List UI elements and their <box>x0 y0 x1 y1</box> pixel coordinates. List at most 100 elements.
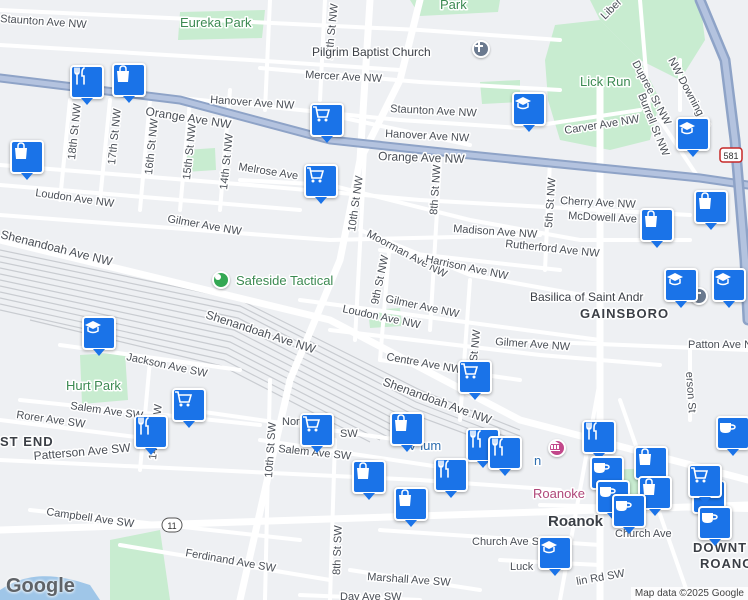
area-label: GAINSBORO <box>580 306 669 321</box>
poi-marker[interactable] <box>70 65 104 105</box>
poi-marker[interactable] <box>640 208 674 248</box>
shopping-dot-icon <box>215 274 221 280</box>
poi-marker[interactable] <box>304 164 338 204</box>
school-icon <box>85 321 101 334</box>
shopping-bag-icon <box>395 414 407 431</box>
shopping-bag-icon <box>15 142 27 159</box>
poi-marker[interactable] <box>390 412 424 452</box>
shopping-cart-icon <box>307 167 324 183</box>
place-label: Safeside Tactical <box>236 273 333 288</box>
poi-marker[interactable] <box>664 268 698 308</box>
area-label: ST END <box>0 434 54 449</box>
area-label: ROANO <box>700 556 748 571</box>
poi-marker[interactable] <box>300 413 334 453</box>
shopping-bag-icon <box>645 210 657 227</box>
svg-text:11: 11 <box>167 521 176 531</box>
school-icon <box>515 97 531 110</box>
poi-marker[interactable] <box>512 92 546 132</box>
shopping-cart-icon <box>313 106 330 122</box>
street-label: 8th St SW <box>331 525 345 576</box>
shopping-bag-icon <box>117 65 129 82</box>
restaurant-icon <box>138 417 149 435</box>
school-icon <box>715 273 731 286</box>
safeside-tactical-pin[interactable] <box>212 271 230 289</box>
place-label: Lick Run <box>580 74 631 89</box>
poi-marker[interactable] <box>434 458 468 498</box>
poi-marker[interactable] <box>538 536 572 576</box>
restaurant-icon <box>74 67 85 85</box>
street-label: Orange Ave NW <box>378 149 466 166</box>
street-label: 5th St NW <box>543 177 559 228</box>
poi-marker[interactable] <box>352 460 386 500</box>
poi-marker[interactable] <box>394 487 428 527</box>
street-label: Shenandoah Ave NW <box>0 227 114 268</box>
school-icon <box>679 122 695 135</box>
street-label: SW <box>340 428 358 440</box>
map-canvas[interactable]: 581 11 Staunton Ave NW Mercer Ave NW Han… <box>0 0 748 600</box>
shopping-cart-icon <box>691 467 708 483</box>
poi-marker[interactable] <box>694 190 728 230</box>
street-label: Jackson Ave SW <box>125 351 209 380</box>
google-logo: Google <box>6 575 75 597</box>
street-label: erson St <box>683 371 698 413</box>
street-label: Luck <box>510 561 534 573</box>
place-label: Pilgrim Baptist Church <box>312 45 431 59</box>
place-label: Roanoke <box>533 486 585 501</box>
restaurant-icon <box>492 438 503 456</box>
cross-icon <box>475 42 483 52</box>
poi-marker[interactable] <box>712 268 746 308</box>
poi-marker[interactable] <box>612 494 646 534</box>
poi-marker[interactable] <box>10 140 44 180</box>
museum-icon <box>550 441 560 451</box>
route-11-shield: 11 <box>161 517 183 533</box>
shopping-bag-icon <box>357 462 369 479</box>
school-icon <box>667 273 683 286</box>
poi-marker[interactable] <box>688 464 722 504</box>
poi-marker[interactable] <box>582 420 616 460</box>
green-patch-3 <box>110 530 170 600</box>
cafe-icon <box>594 463 610 473</box>
map-attribution[interactable]: Map data ©2025 Google <box>630 587 748 600</box>
poi-marker[interactable] <box>134 415 168 455</box>
street-label: Gilmer Ave NW <box>166 213 243 238</box>
cafe-icon <box>616 501 632 511</box>
shopping-cart-icon <box>175 391 192 407</box>
place-label: Park <box>440 0 467 12</box>
poi-marker[interactable] <box>458 360 492 400</box>
street-label: Nor <box>282 416 300 428</box>
shopping-bag-icon <box>699 192 711 209</box>
restaurant-icon <box>438 460 449 478</box>
street-label: Staunton Ave NW <box>0 13 88 31</box>
street-label: Hanover Ave NW <box>385 128 470 144</box>
shopping-cart-icon <box>461 363 478 379</box>
shopping-bag-icon <box>399 489 411 506</box>
street-label: Ferdinand Ave SW <box>184 547 277 575</box>
cafe-icon <box>720 423 736 433</box>
street-label: Marshall Ave SW <box>367 571 452 589</box>
school-icon <box>541 541 557 554</box>
poi-marker[interactable] <box>112 63 146 103</box>
poi-marker[interactable] <box>82 316 116 356</box>
poi-marker[interactable] <box>172 388 206 428</box>
museum-pin[interactable] <box>548 439 566 457</box>
poi-marker[interactable] <box>488 436 522 476</box>
street-label: Day Ave SW <box>340 591 402 600</box>
poi-marker[interactable] <box>676 117 710 157</box>
street-label: 10th St SW <box>263 421 279 478</box>
place-label: Eureka Park <box>180 15 252 30</box>
area-label: Roanok <box>548 513 604 530</box>
poi-marker[interactable] <box>716 416 748 456</box>
street-label: Mercer Ave NW <box>305 69 383 85</box>
church-pin[interactable] <box>472 40 490 58</box>
shopping-bag-icon <box>639 448 651 465</box>
street-label: 14th St NW <box>218 133 236 191</box>
restaurant-icon <box>586 422 597 440</box>
restaurant-icon <box>470 430 481 448</box>
poi-marker[interactable] <box>310 103 344 143</box>
poi-marker[interactable] <box>698 506 732 546</box>
route-581-shield: 581 <box>719 147 743 163</box>
street-label: Patton Ave NW <box>688 339 748 351</box>
poi-marker[interactable] <box>634 446 668 486</box>
cafe-icon <box>702 513 718 523</box>
place-label: Basilica of Saint Andr <box>530 290 643 304</box>
